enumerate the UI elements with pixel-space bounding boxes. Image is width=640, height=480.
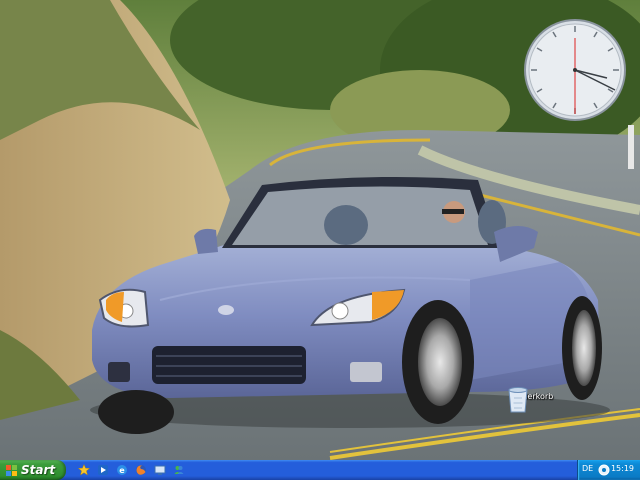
system-tray: DE 15:19 <box>577 460 640 480</box>
quick-launch-firefox[interactable] <box>133 462 149 478</box>
show-desktop-icon <box>154 465 166 475</box>
quick-launch-show-desktop[interactable] <box>152 462 168 478</box>
start-button-label: Start <box>21 463 56 477</box>
quick-launch-messenger[interactable] <box>171 462 187 478</box>
taskbar: Start e DE 15:19 <box>0 460 640 480</box>
quick-launch-internet-explorer[interactable]: e <box>114 462 130 478</box>
quick-launch-bar: e <box>76 462 187 478</box>
internet-explorer-icon: e <box>117 465 127 475</box>
clock-gadget[interactable] <box>523 18 627 122</box>
desktop-wallpaper: Papierkorb <box>0 0 640 460</box>
language-indicator[interactable]: DE <box>582 464 593 473</box>
quick-launch-favorites[interactable] <box>76 462 92 478</box>
windows-logo-icon <box>6 465 17 476</box>
favorites-star-icon <box>78 464 90 476</box>
svg-text:e: e <box>119 466 125 475</box>
tray-status-icon[interactable] <box>598 464 610 476</box>
start-button[interactable]: Start <box>0 460 66 480</box>
media-player-icon <box>98 465 108 475</box>
recycle-bin-icon <box>508 387 528 413</box>
quick-launch-media-player[interactable] <box>95 462 111 478</box>
analog-clock-icon <box>524 19 626 121</box>
messenger-icon <box>174 466 184 474</box>
tray-clock[interactable]: 15:19 <box>611 464 634 473</box>
desktop-icon-recycle-bin[interactable]: Papierkorb <box>506 386 558 413</box>
firefox-icon <box>136 465 146 475</box>
